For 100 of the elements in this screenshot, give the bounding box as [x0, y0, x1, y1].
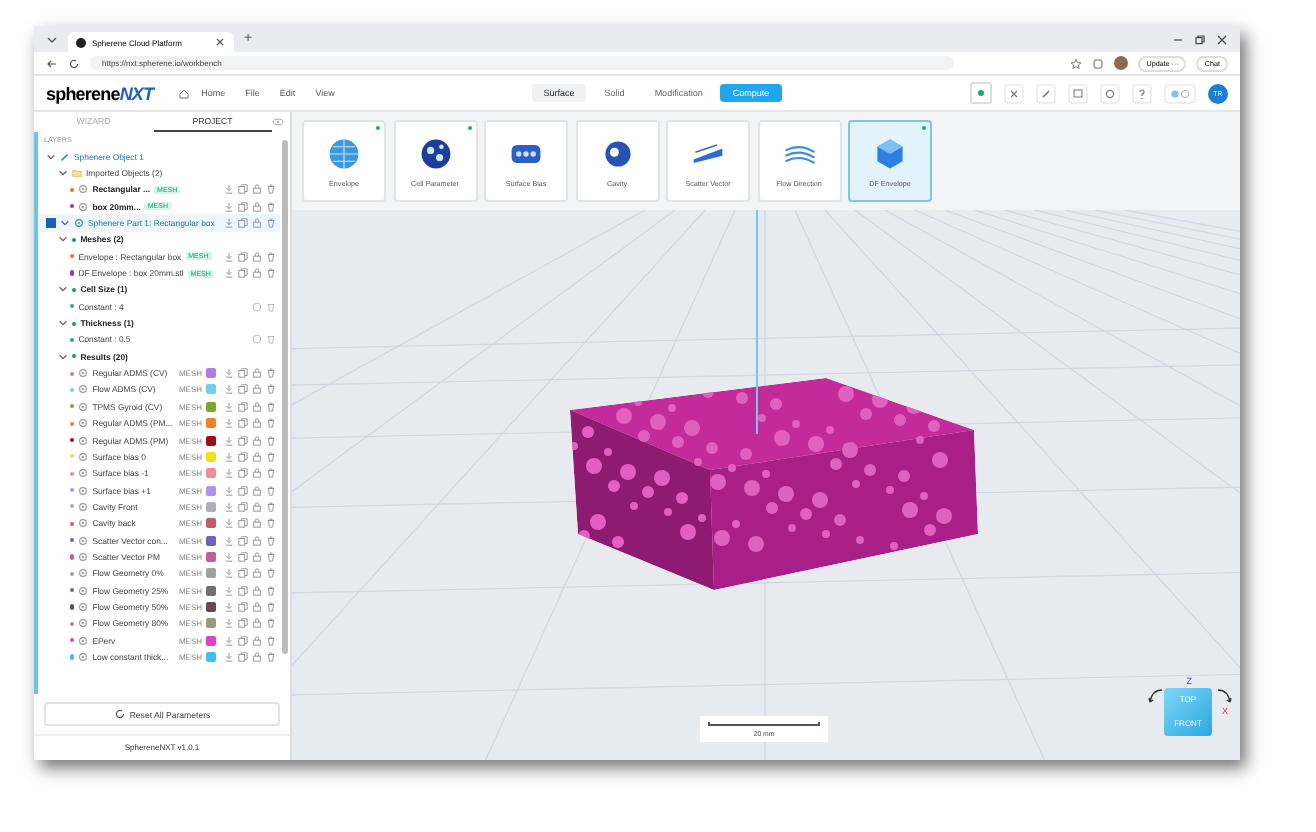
download-icon[interactable] — [224, 368, 234, 379]
trash-icon[interactable] — [266, 651, 276, 662]
download-icon[interactable] — [224, 601, 234, 612]
copy-icon[interactable] — [238, 384, 248, 395]
circle-icon[interactable] — [252, 334, 262, 345]
lock-icon[interactable] — [252, 585, 262, 596]
color-swatch[interactable] — [206, 618, 216, 629]
copy-icon[interactable] — [238, 585, 248, 596]
trash-icon[interactable] — [266, 435, 276, 446]
lock-icon[interactable] — [252, 251, 262, 262]
trash-icon[interactable] — [266, 218, 276, 229]
download-icon[interactable] — [224, 451, 234, 462]
download-icon[interactable] — [224, 568, 234, 579]
download-icon[interactable] — [224, 201, 234, 212]
trash-icon[interactable] — [266, 551, 276, 562]
lock-icon[interactable] — [252, 468, 262, 479]
chevron-icon[interactable] — [58, 284, 68, 295]
lock-icon[interactable] — [252, 635, 262, 646]
color-swatch[interactable] — [206, 518, 216, 529]
lock-icon[interactable] — [252, 435, 262, 446]
chevron-icon[interactable] — [58, 168, 68, 179]
copy-icon[interactable] — [238, 368, 248, 379]
trash-icon[interactable] — [266, 518, 276, 529]
app-logo[interactable]: sphereneNXT — [46, 83, 154, 103]
copy-icon[interactable] — [238, 535, 248, 546]
download-icon[interactable] — [224, 268, 234, 279]
copy-icon[interactable] — [238, 551, 248, 562]
color-swatch[interactable] — [206, 368, 216, 379]
download-icon[interactable] — [224, 535, 234, 546]
reload-icon[interactable] — [68, 57, 80, 69]
download-icon[interactable] — [224, 551, 234, 562]
close-icon[interactable] — [214, 36, 226, 48]
trash-icon[interactable] — [266, 601, 276, 612]
home-icon[interactable] — [177, 87, 190, 99]
download-icon[interactable] — [224, 218, 234, 229]
chevron-icon[interactable] — [60, 218, 70, 229]
color-swatch[interactable] — [206, 635, 216, 646]
back-arrow-icon[interactable] — [46, 57, 58, 69]
chevron-icon[interactable] — [58, 318, 68, 329]
color-swatch[interactable] — [206, 401, 216, 412]
trash-icon[interactable] — [266, 251, 276, 262]
color-swatch[interactable] — [206, 384, 216, 395]
chevron-icon[interactable] — [46, 151, 56, 162]
circle-icon[interactable] — [252, 301, 262, 312]
trash-icon[interactable] — [266, 384, 276, 395]
download-icon[interactable] — [224, 485, 234, 496]
copy-icon[interactable] — [238, 451, 248, 462]
color-swatch[interactable] — [206, 435, 216, 446]
download-icon[interactable] — [224, 418, 234, 429]
lock-icon[interactable] — [252, 401, 262, 412]
trash-icon[interactable] — [266, 334, 276, 345]
copy-icon[interactable] — [238, 501, 248, 512]
color-swatch[interactable] — [206, 651, 216, 662]
copy-icon[interactable] — [238, 418, 248, 429]
chevron-down-icon[interactable] — [46, 33, 58, 45]
chevron-icon[interactable] — [58, 234, 68, 245]
lock-icon[interactable] — [252, 618, 262, 629]
copy-icon[interactable] — [238, 201, 248, 212]
trash-icon[interactable] — [266, 585, 276, 596]
lock-icon[interactable] — [252, 384, 262, 395]
copy-icon[interactable] — [238, 485, 248, 496]
restore-icon[interactable] — [1194, 33, 1206, 45]
lock-icon[interactable] — [252, 601, 262, 612]
copy-icon[interactable] — [238, 618, 248, 629]
lock-icon[interactable] — [252, 451, 262, 462]
trash-icon[interactable] — [266, 485, 276, 496]
lock-icon[interactable] — [252, 535, 262, 546]
help-icon[interactable] — [1132, 83, 1152, 103]
download-icon[interactable] — [224, 468, 234, 479]
download-icon[interactable] — [224, 585, 234, 596]
theme-toggle-icon[interactable] — [1164, 83, 1196, 103]
lock-icon[interactable] — [252, 268, 262, 279]
trash-icon[interactable] — [266, 501, 276, 512]
lock-icon[interactable] — [252, 651, 262, 662]
color-swatch[interactable] — [206, 418, 216, 429]
copy-icon[interactable] — [238, 251, 248, 262]
trash-icon[interactable] — [266, 401, 276, 412]
download-icon[interactable] — [224, 618, 234, 629]
color-swatch[interactable] — [206, 568, 216, 579]
copy-icon[interactable] — [238, 518, 248, 529]
copy-icon[interactable] — [238, 435, 248, 446]
color-swatch[interactable] — [206, 451, 216, 462]
star-icon[interactable] — [1070, 57, 1083, 69]
copy-icon[interactable] — [238, 651, 248, 662]
trash-icon[interactable] — [266, 535, 276, 546]
download-icon[interactable] — [224, 251, 234, 262]
download-icon[interactable] — [224, 184, 234, 195]
color-swatch[interactable] — [206, 485, 216, 496]
download-icon[interactable] — [224, 501, 234, 512]
chevron-icon[interactable] — [58, 351, 68, 362]
trash-icon[interactable] — [266, 268, 276, 279]
download-icon[interactable] — [224, 635, 234, 646]
trash-icon[interactable] — [266, 418, 276, 429]
lock-icon[interactable] — [252, 418, 262, 429]
trash-icon[interactable] — [266, 201, 276, 212]
download-icon[interactable] — [224, 435, 234, 446]
trash-icon[interactable] — [266, 368, 276, 379]
trash-icon[interactable] — [266, 184, 276, 195]
copy-icon[interactable] — [238, 401, 248, 412]
copy-icon[interactable] — [238, 635, 248, 646]
